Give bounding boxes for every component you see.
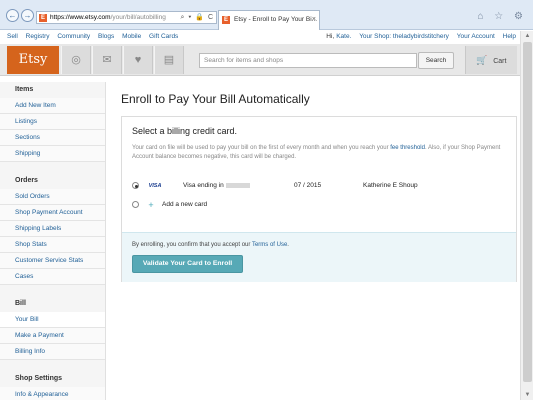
terms-consent: By enrolling, you confirm that you accep… (132, 242, 289, 248)
sidebar-item-shop-payment-account[interactable]: Shop Payment Account (0, 205, 105, 221)
cart-button[interactable]: 🛒 Cart (465, 46, 517, 74)
sidebar-item-add-new-item[interactable]: Add New Item (0, 98, 105, 114)
link-your-account[interactable]: Your Account (457, 33, 495, 40)
link-your-shop[interactable]: Your Shop: theladybirdstitchery (359, 33, 449, 40)
link-community[interactable]: Community (57, 33, 90, 40)
top-links-right: Hi, Kate. Your Shop: theladybirdstitchery… (320, 31, 516, 43)
card-ending-label: Visa ending in (183, 181, 250, 191)
fee-threshold-link[interactable]: fee threshold (390, 145, 425, 151)
link-registry[interactable]: Registry (26, 33, 50, 40)
tab-title: Etsy - Enroll to Pay Your Bi... (234, 16, 318, 23)
favorites-heart-icon[interactable]: ♥ (123, 46, 153, 74)
visa-logo-icon: VISA (148, 183, 162, 189)
messages-icon[interactable]: ✉ (92, 46, 122, 74)
search-button[interactable]: Search (418, 52, 454, 69)
sidebar-item-sold-orders[interactable]: Sold Orders (0, 189, 105, 205)
back-button[interactable]: ← (6, 9, 19, 22)
link-gift-cards[interactable]: Gift Cards (149, 33, 178, 40)
consent-end: . (287, 242, 289, 248)
link-help[interactable]: Help (503, 33, 516, 40)
billing-description: Your card on file will be used to pay yo… (132, 144, 508, 162)
sidebar-heading-shop-settings: Shop Settings (15, 375, 63, 382)
search-input[interactable]: Search for items and shops (199, 53, 417, 68)
card-heading: Select a billing credit card. (132, 126, 238, 136)
link-user[interactable]: Kate. (336, 33, 351, 40)
scroll-up-icon[interactable]: ▲ (521, 31, 533, 41)
url-path: /your/bill/autobilling (110, 14, 166, 21)
address-bar[interactable]: E https://www.etsy.com/your/bill/autobil… (36, 11, 217, 24)
etsy-favicon-icon: E (39, 14, 47, 22)
sidebar-item-shipping-labels[interactable]: Shipping Labels (0, 221, 105, 237)
greeting: Hi, (326, 33, 335, 40)
link-sell[interactable]: Sell (7, 33, 18, 40)
saved-card-row[interactable]: VISA Visa ending in 07 / 2015 Katherine … (132, 181, 508, 191)
sidebar-item-shipping[interactable]: Shipping (0, 146, 105, 162)
address-controls-icon[interactable]: ⌕ ▾ 🔒 C (181, 12, 214, 23)
url-domain: https://www.etsy.com (50, 14, 111, 21)
top-links-left: Sell Registry Community Blogs Mobile Gif… (7, 31, 184, 43)
link-blogs[interactable]: Blogs (98, 33, 114, 40)
etsy-top-links: Sell Registry Community Blogs Mobile Gif… (0, 31, 520, 43)
tab-favicon-icon: E (222, 16, 230, 24)
sidebar-item-make-a-payment[interactable]: Make a Payment (0, 328, 105, 344)
description-text-1: Your card on file will be used to pay yo… (132, 145, 391, 151)
add-new-card-label: Add a new card (162, 201, 208, 208)
masked-card-digits (225, 182, 250, 188)
card-expiry: 07 / 2015 (294, 182, 322, 189)
sidebar-item-customer-service-stats[interactable]: Customer Service Stats (0, 253, 105, 269)
sidebar-item-info-appearance[interactable]: Info & Appearance (0, 387, 105, 400)
link-mobile[interactable]: Mobile (122, 33, 141, 40)
cart-label: Cart (493, 58, 507, 65)
card-ending-text: Visa ending in (183, 182, 224, 189)
saved-card-radio[interactable] (132, 182, 139, 189)
cart-icon: 🛒 (476, 55, 488, 65)
shop-icon[interactable]: ▤ (154, 46, 184, 74)
billing-card-panel: Select a billing credit card. Your card … (121, 116, 517, 282)
sidebar-item-cases[interactable]: Cases (0, 269, 105, 285)
card-holder-name: Katherine E Shoup (363, 182, 418, 189)
consent-text: By enrolling, you confirm that you accep… (132, 242, 252, 248)
page-title: Enroll to Pay Your Bill Automatically (121, 92, 310, 106)
browser-toolbar: ← → E https://www.etsy.com/your/bill/aut… (0, 0, 533, 30)
terms-of-use-link[interactable]: Terms of Use (252, 242, 287, 248)
enroll-footer: By enrolling, you confirm that you accep… (122, 232, 516, 282)
etsy-header: Etsy ◎ ✉ ♥ ▤ Search for items and shops … (0, 44, 520, 76)
scroll-thumb[interactable] (523, 42, 532, 382)
plus-icon: + (148, 200, 154, 210)
sidebar: Items Add New Item Listings Sections Shi… (0, 82, 106, 400)
add-card-radio[interactable] (132, 201, 139, 208)
browser-tab[interactable]: E Etsy - Enroll to Pay Your Bi... × (218, 10, 320, 30)
sidebar-item-sections[interactable]: Sections (0, 130, 105, 146)
scroll-down-icon[interactable]: ▼ (521, 390, 533, 400)
forward-button[interactable]: → (21, 9, 34, 22)
add-card-row[interactable]: + Add a new card (132, 200, 508, 210)
validate-card-button[interactable]: Validate Your Card to Enroll (132, 255, 243, 273)
sidebar-item-your-bill[interactable]: Your Bill (0, 312, 105, 328)
page-scrollbar[interactable]: ▲ ▼ (520, 31, 533, 400)
sidebar-item-shop-stats[interactable]: Shop Stats (0, 237, 105, 253)
activity-icon[interactable]: ◎ (61, 46, 91, 74)
sidebar-heading-bill: Bill (15, 300, 26, 307)
sidebar-item-billing-info[interactable]: Billing Info (0, 344, 105, 360)
etsy-logo[interactable]: Etsy (7, 46, 59, 74)
browser-home-star-gear-icon[interactable]: ⌂ ☆ ⚙ (477, 11, 527, 22)
sidebar-item-listings[interactable]: Listings (0, 114, 105, 130)
close-tab-icon[interactable]: × (312, 11, 316, 29)
sidebar-heading-orders: Orders (15, 177, 38, 184)
sidebar-heading-items: Items (15, 86, 34, 93)
